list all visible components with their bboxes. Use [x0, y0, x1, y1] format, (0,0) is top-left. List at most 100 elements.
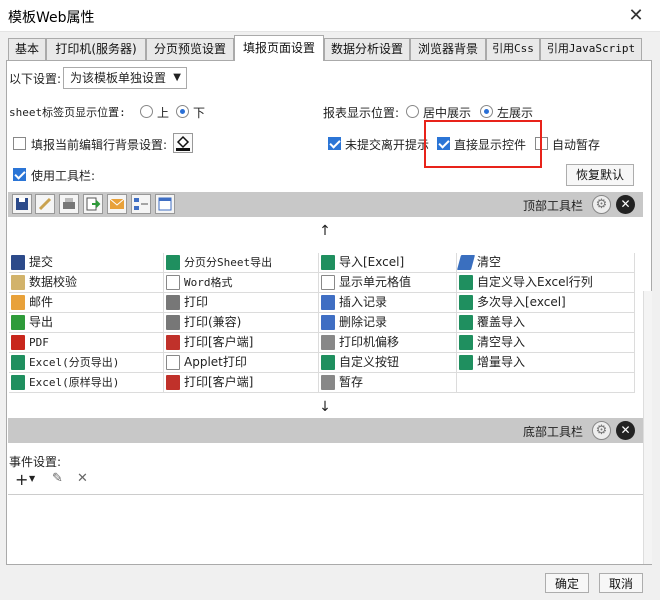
ok-button[interactable]: 确定 — [545, 573, 589, 593]
excel-icon — [166, 255, 180, 270]
window-title: 模板Web属性 — [8, 10, 95, 26]
grid-item-printer-offset[interactable]: 打印机偏移 — [319, 333, 457, 353]
validate-icon[interactable] — [35, 194, 55, 214]
radio-left-label: 左展示 — [497, 106, 534, 120]
title-bar: 模板Web属性 ✕ — [0, 0, 660, 32]
radio-top-label: 上 — [157, 106, 170, 120]
radio-bottom[interactable] — [176, 105, 189, 118]
grid-item-pdf[interactable]: PDF — [9, 333, 164, 353]
cancel-button[interactable]: 取消 — [599, 573, 643, 593]
settings-panel: 以下设置: 为该模板单独设置 ▼ sheet标签页显示位置: 上 下 报表显示位… — [6, 60, 652, 565]
grid-item-print[interactable]: 打印 — [164, 293, 319, 313]
chevron-down-icon: ▼ — [173, 72, 181, 83]
move-down-arrow[interactable]: ↓ — [7, 397, 643, 417]
event-list[interactable] — [8, 494, 643, 564]
applet-icon — [166, 355, 180, 370]
tab-javascript[interactable]: 引用JavaScript — [540, 38, 642, 60]
print-icon[interactable] — [59, 194, 79, 214]
gear-icon[interactable]: ⚙ — [592, 421, 611, 440]
top-toolbar-label: 顶部工具栏 — [522, 199, 583, 213]
add-icon[interactable]: + — [15, 470, 28, 489]
scrollbar[interactable] — [643, 291, 652, 564]
grid-item-custom-button[interactable]: 自定义按钮 — [319, 353, 457, 373]
grid-item-export[interactable]: 导出 — [9, 313, 164, 333]
scope-select[interactable]: 为该模板单独设置 ▼ — [63, 67, 187, 89]
tab-printer-server[interactable]: 打印机(服务器) — [46, 38, 146, 60]
highlight-box — [424, 120, 542, 168]
grid-item-validate[interactable]: 数据校验 — [9, 273, 164, 293]
use-toolbar-checkbox[interactable] — [13, 168, 26, 181]
tab-css[interactable]: 引用Css — [486, 38, 540, 60]
grid-item-word[interactable]: Word格式 — [164, 273, 319, 293]
grid-item-print-compat[interactable]: 打印(兼容) — [164, 313, 319, 333]
fill-bg-label: 填报当前编辑行背景设置: — [31, 138, 168, 152]
excel-icon — [321, 355, 335, 370]
excel-icon — [459, 355, 473, 370]
close-icon[interactable]: ✕ — [624, 4, 648, 28]
bottom-toolbar-band: 底部工具栏 ⚙ ✕ — [8, 418, 643, 443]
export-icon[interactable] — [83, 194, 103, 214]
fill-bg-checkbox[interactable] — [13, 137, 26, 150]
grid-item-applet-print[interactable]: Applet打印 — [164, 353, 319, 373]
close-icon[interactable]: ✕ — [616, 421, 635, 440]
report-position-label: 报表显示位置: — [323, 106, 400, 120]
window-icon[interactable] — [155, 194, 175, 214]
radio-center[interactable] — [406, 105, 419, 118]
radio-bottom-label: 下 — [193, 106, 206, 120]
grid-item-import-excel[interactable]: 导入[Excel] — [319, 253, 457, 273]
toggle-icon[interactable] — [131, 194, 151, 214]
grid-item-clear-import[interactable]: 清空导入 — [457, 333, 635, 353]
pdf-icon — [11, 335, 25, 350]
excel-icon — [459, 315, 473, 330]
close-icon[interactable]: ✕ — [616, 195, 635, 214]
chevron-down-icon[interactable]: ▼ — [29, 474, 35, 483]
unsubmitted-prompt-label: 未提交离开提示 — [345, 138, 430, 152]
tab-page-preview[interactable]: 分页预览设置 — [146, 38, 234, 60]
paint-bucket-icon[interactable] — [173, 133, 193, 153]
bottom-toolbar-label: 底部工具栏 — [522, 425, 583, 439]
top-toolbar-band: 顶部工具栏 ⚙ ✕ — [8, 192, 643, 217]
use-toolbar-label: 使用工具栏: — [31, 169, 96, 183]
event-settings-label: 事件设置: — [9, 455, 62, 469]
grid-item-print-client[interactable]: 打印[客户端] — [164, 333, 319, 353]
auto-save-label: 自动暂存 — [552, 138, 601, 152]
grid-item-show-cell-value[interactable]: 显示单元格值 — [319, 273, 457, 293]
grid-item-mail[interactable]: 邮件 — [9, 293, 164, 313]
grid-item-print-client-2[interactable]: 打印[客户端] — [164, 373, 319, 393]
tab-data-analysis[interactable]: 数据分析设置 — [324, 38, 410, 60]
grid-item-excel-original[interactable]: Excel(原样导出) — [9, 373, 164, 393]
tab-basic[interactable]: 基本 — [8, 38, 46, 60]
grid-item-custom-import[interactable]: 自定义导入Excel行列 — [457, 273, 635, 293]
grid-item-insert-record[interactable]: 插入记录 — [319, 293, 457, 313]
grid-item-delete-record[interactable]: 删除记录 — [319, 313, 457, 333]
radio-center-label: 居中展示 — [423, 106, 472, 120]
save-icon[interactable] — [12, 194, 32, 214]
tab-browser-bg[interactable]: 浏览器背景 — [410, 38, 486, 60]
grid-item-multi-import[interactable]: 多次导入[excel] — [457, 293, 635, 313]
grid-item-incremental-import[interactable]: 增量导入 — [457, 353, 635, 373]
grid-item-overwrite-import[interactable]: 覆盖导入 — [457, 313, 635, 333]
excel-icon — [11, 375, 25, 390]
excel-icon — [459, 275, 473, 290]
pencil-icon[interactable]: ✎ — [52, 471, 63, 486]
tab-fill-page[interactable]: 填报页面设置 — [234, 35, 324, 61]
grid-item-clear[interactable]: 清空 — [457, 253, 635, 273]
delete-icon[interactable]: ✕ — [77, 471, 88, 486]
move-up-arrow[interactable]: ↑ — [7, 221, 643, 241]
mail-icon[interactable] — [107, 194, 127, 214]
word-icon — [166, 275, 180, 290]
gear-icon[interactable]: ⚙ — [592, 195, 611, 214]
print-icon — [166, 315, 180, 330]
radio-top[interactable] — [140, 105, 153, 118]
unsubmitted-prompt-checkbox[interactable] — [328, 137, 341, 150]
excel-icon — [321, 255, 335, 270]
eraser-icon — [457, 255, 476, 270]
grid-item-submit[interactable]: 提交 — [9, 253, 164, 273]
export-icon — [11, 315, 25, 330]
grid-item-sheet-export[interactable]: 分页分Sheet导出 — [164, 253, 319, 273]
grid-item-excel-page[interactable]: Excel(分页导出) — [9, 353, 164, 373]
gear-icon — [321, 375, 335, 390]
radio-left[interactable] — [480, 105, 493, 118]
restore-default-button[interactable]: 恢复默认 — [566, 164, 634, 186]
grid-item-temp-save[interactable]: 暂存 — [319, 373, 457, 393]
